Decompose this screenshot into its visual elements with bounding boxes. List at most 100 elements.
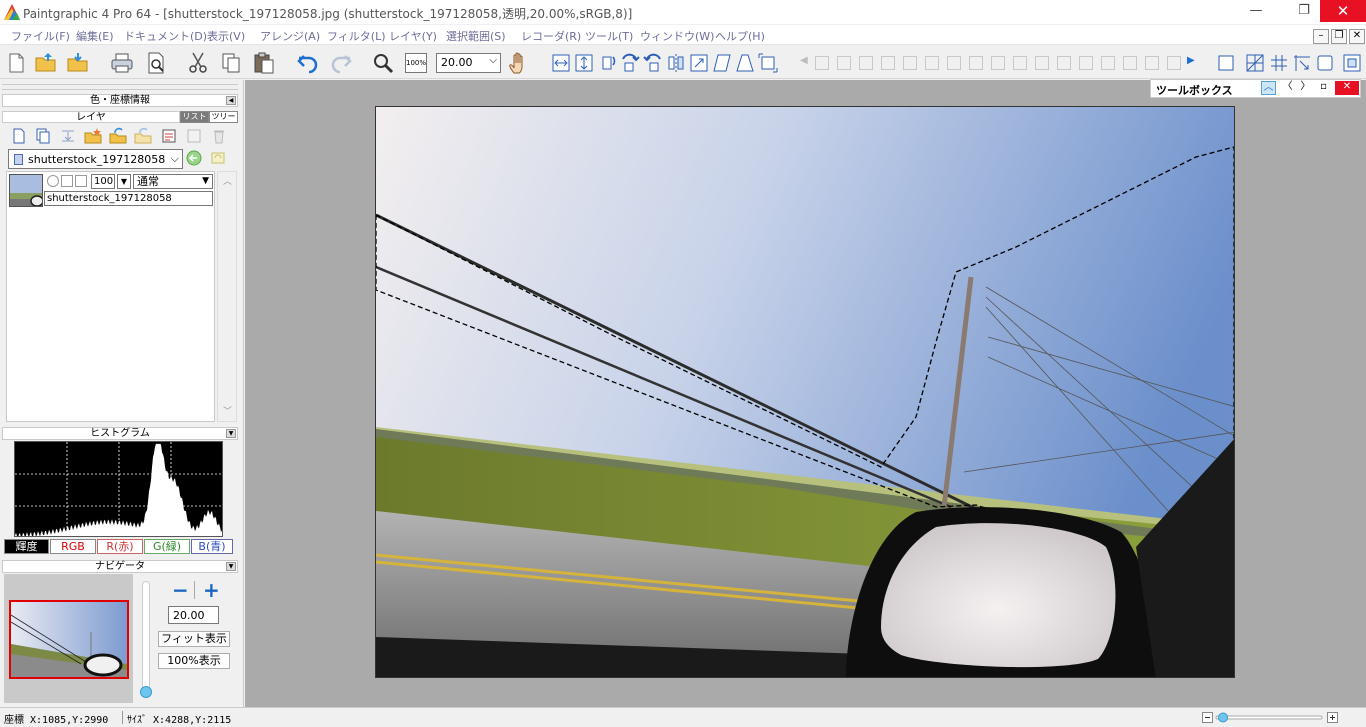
rotate-icon[interactable] <box>595 51 619 75</box>
fullscreen-icon[interactable] <box>1340 51 1364 75</box>
panel-menu-icon[interactable]: ▼ <box>226 429 236 438</box>
menu-layer[interactable]: レイヤ(Y) <box>389 28 437 44</box>
delete-layer-icon[interactable] <box>210 127 228 145</box>
toolbar-scroll-right-icon[interactable]: ▶ <box>1187 55 1195 66</box>
layer-row[interactable]: 100 ▼ 通常 ▼ shutterstock_197128058 <box>7 172 214 209</box>
menu-filter[interactable]: フィルタ(L) <box>327 28 386 44</box>
rotate-right-icon[interactable] <box>618 51 642 75</box>
fit-height-icon[interactable] <box>572 51 596 75</box>
document-select[interactable]: shutterstock_197128058 ⌵ <box>8 149 183 169</box>
sync-icon[interactable] <box>210 150 226 166</box>
zoom-out-button[interactable]: − <box>172 578 189 602</box>
panel-menu-icon[interactable]: ▼ <box>226 562 236 571</box>
layer-name-field[interactable]: shutterstock_197128058 <box>44 191 213 206</box>
reload-layer-icon[interactable] <box>134 127 152 145</box>
chevron-right-icon[interactable]: 〉 <box>1298 81 1313 95</box>
panel-grip[interactable] <box>2 84 238 90</box>
menu-recorder[interactable]: レコーダ(R) <box>521 28 581 44</box>
visibility-toggle[interactable] <box>47 175 59 187</box>
layer-list-scrollbar[interactable]: ︿ ﹀ <box>217 171 237 422</box>
window-frame-icon[interactable] <box>1313 51 1337 75</box>
color-info-panel-header[interactable]: 色・座標情報 ◀ <box>2 94 238 107</box>
zoom-in-button[interactable]: + <box>203 578 220 602</box>
channel-green[interactable]: G(緑) <box>144 539 190 554</box>
toolbox-close-icon[interactable]: ✕ <box>1335 81 1359 95</box>
navigator-view-frame[interactable] <box>9 600 129 679</box>
blend-mode-select[interactable]: 通常 ▼ <box>133 174 213 189</box>
new-layer-icon[interactable] <box>10 127 28 145</box>
lock-toggle[interactable] <box>61 175 73 187</box>
doc-minimize-button[interactable]: – <box>1313 29 1329 44</box>
hand-pan-icon[interactable] <box>507 51 531 75</box>
cut-icon[interactable] <box>186 51 210 75</box>
canvas-size-icon[interactable] <box>756 51 780 75</box>
navigator-zoom-field[interactable]: 20.00 <box>168 606 219 624</box>
menu-window[interactable]: ウィンドウ(W) <box>640 28 714 44</box>
tab-list[interactable]: リスト <box>180 111 209 123</box>
flip-icon[interactable] <box>664 51 688 75</box>
scroll-up-icon[interactable]: ︿ <box>223 174 232 187</box>
duplicate-layer-icon[interactable] <box>34 127 52 145</box>
grid-icon[interactable] <box>1267 51 1291 75</box>
resize-icon[interactable] <box>687 51 711 75</box>
fit-view-button[interactable]: フィット表示 <box>158 631 230 647</box>
navigator-zoom-knob[interactable] <box>140 686 152 698</box>
rotate-left-icon[interactable] <box>641 51 665 75</box>
channel-rgb[interactable]: RGB <box>50 539 96 554</box>
paste-icon[interactable] <box>252 51 276 75</box>
menu-arrange[interactable]: アレンジ(A) <box>260 28 320 44</box>
maximize-button[interactable]: ❐ <box>1290 0 1318 22</box>
open-folder-icon[interactable] <box>34 51 58 75</box>
menu-edit[interactable]: 編集(E) <box>76 28 114 44</box>
opacity-dropdown-icon[interactable]: ▼ <box>117 174 131 189</box>
chevron-left-icon[interactable]: 〈 <box>1280 81 1295 95</box>
channel-luminance[interactable]: 輝度 <box>4 539 49 554</box>
menu-selection[interactable]: 選択範囲(S) <box>446 28 506 44</box>
layer-mask-icon[interactable] <box>185 127 203 145</box>
menu-document[interactable]: ドキュメント(D) <box>124 28 207 44</box>
print-icon[interactable] <box>110 51 134 75</box>
new-folder-icon[interactable] <box>84 127 102 145</box>
skew-icon[interactable] <box>710 51 734 75</box>
scroll-down-icon[interactable]: ﹀ <box>223 404 232 417</box>
actual-size-button[interactable]: 100%表示 <box>158 653 230 669</box>
toolbox-restore-icon[interactable]: ▫ <box>1316 81 1331 95</box>
apply-green-icon[interactable] <box>186 150 202 166</box>
toolbar-scroll-left-icon[interactable]: ◀ <box>800 55 808 66</box>
print-preview-icon[interactable] <box>144 51 168 75</box>
zoom-combo[interactable]: 20.00 ⌵ <box>436 53 501 73</box>
menu-tool[interactable]: ツール(T) <box>585 28 633 44</box>
menu-file[interactable]: ファイル(F) <box>11 28 70 44</box>
toolbox-panel[interactable]: ツールボックス ︿ 〈 〉 ▫ ✕ <box>1150 79 1361 98</box>
close-button[interactable]: ✕ <box>1320 0 1366 22</box>
guide-icon[interactable] <box>1290 51 1314 75</box>
zoom-100-button[interactable]: 100% <box>405 53 427 73</box>
frame-icon[interactable] <box>1214 51 1238 75</box>
layer-properties-icon[interactable] <box>160 127 178 145</box>
status-zoom-slider[interactable] <box>1202 711 1338 724</box>
navigator-zoom-slider[interactable] <box>142 581 150 694</box>
link-toggle[interactable] <box>75 175 87 187</box>
undo-icon[interactable] <box>296 51 320 75</box>
channel-red[interactable]: R(赤) <box>97 539 143 554</box>
collapse-left-icon[interactable]: ◀ <box>226 96 236 105</box>
copy-icon[interactable] <box>219 51 243 75</box>
minimize-button[interactable]: — <box>1242 0 1270 22</box>
open-layer-icon[interactable] <box>109 127 127 145</box>
new-file-icon[interactable] <box>4 51 28 75</box>
doc-restore-button[interactable]: ❐ <box>1331 29 1347 44</box>
merge-layer-icon[interactable] <box>59 127 77 145</box>
channel-blue[interactable]: B(青) <box>191 539 233 554</box>
fit-width-icon[interactable] <box>549 51 573 75</box>
menu-help[interactable]: ヘルプ(H) <box>715 28 765 44</box>
tab-tree[interactable]: ツリー <box>209 111 238 123</box>
import-folder-icon[interactable] <box>66 51 90 75</box>
chevron-up-icon[interactable]: ︿ <box>1261 81 1276 95</box>
navigator-panel-header[interactable]: ナビゲータ ▼ <box>2 560 238 573</box>
zoom-magnifier-icon[interactable] <box>371 51 395 75</box>
perspective-icon[interactable] <box>733 51 757 75</box>
menu-view[interactable]: 表示(V) <box>207 28 245 44</box>
layer-opacity-field[interactable]: 100 <box>91 174 115 189</box>
redo-icon[interactable] <box>329 51 353 75</box>
document-canvas[interactable] <box>375 106 1235 678</box>
